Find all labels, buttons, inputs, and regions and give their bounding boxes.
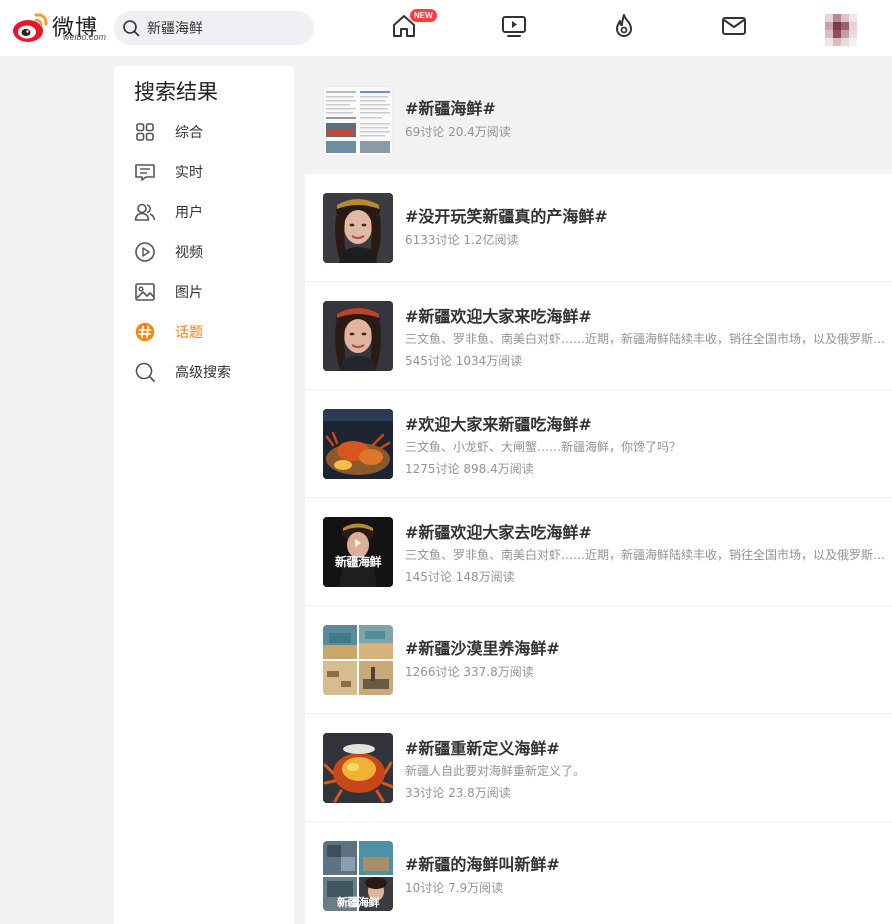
user-avatar[interactable] [825, 14, 857, 46]
topic-card[interactable]: #欢迎大家来新疆吃海鲜# 三文鱼、小龙虾、大闸蟹……新疆海鲜，你馋了吗？ 127… [305, 390, 892, 497]
topic-card[interactable]: #没开玩笑新疆真的产海鲜# 6133讨论 1.2亿阅读 [305, 174, 892, 281]
search-icon [123, 20, 140, 37]
sidebar-item-label: 话题 [175, 325, 203, 341]
topic-card[interactable]: #新疆欢迎大家来吃海鲜# 三文鱼、罗非鱼、南美白对虾……近期，新疆海鲜陆续丰收，… [305, 282, 892, 389]
sidebar-item-images[interactable]: 图片 [134, 279, 284, 305]
topic-thumbnail [323, 193, 393, 263]
topic-card[interactable]: 新疆海鲜 #新疆的海鲜叫新鲜# 10讨论 7.9万阅读 [305, 822, 892, 924]
image-icon [134, 281, 156, 303]
sidebar-title: 搜索结果 [134, 80, 218, 104]
sidebar-item-label: 用户 [175, 205, 203, 221]
topic-stats: 33讨论 23.8万阅读 [405, 786, 511, 800]
topic-title[interactable]: #新疆的海鲜叫新鲜# [405, 851, 560, 875]
topic-stats: 10讨论 7.9万阅读 [405, 881, 504, 895]
topic-stats: 545讨论 1034万阅读 [405, 354, 523, 368]
topic-card[interactable]: #新疆沙漠里养海鲜# 1266讨论 337.8万阅读 [305, 606, 892, 713]
topic-card[interactable]: 新疆海鲜 #新疆欢迎大家去吃海鲜# 三文鱼、罗非鱼、南美白对虾……近期，新疆海鲜… [305, 498, 892, 605]
topic-thumbnail [323, 301, 393, 371]
topic-title[interactable]: #新疆沙漠里养海鲜# [405, 635, 560, 659]
grid-icon [134, 121, 156, 143]
topic-stats: 1275讨论 898.4万阅读 [405, 462, 534, 476]
sidebar-item-label: 综合 [175, 125, 203, 141]
topic-stats: 1266讨论 337.8万阅读 [405, 665, 534, 679]
topic-thumbnail [323, 409, 393, 479]
sidebar-item-topics[interactable]: 话题 [134, 319, 284, 345]
topic-stats: 6133讨论 1.2亿阅读 [405, 233, 519, 247]
thumbnail-caption: 新疆海鲜 [337, 896, 380, 909]
search-sidebar: 搜索结果 综合 实时 用户 视频 图片 话题 高级搜索 [114, 66, 294, 924]
topic-description: 三文鱼、罗非鱼、南美白对虾……近期，新疆海鲜陆续丰收，销往全国市场，以及俄罗斯、… [405, 332, 892, 346]
search-icon [134, 361, 156, 383]
topic-title[interactable]: #欢迎大家来新疆吃海鲜# [405, 411, 592, 435]
sidebar-item-label: 视频 [175, 245, 203, 261]
topic-thumbnail [323, 86, 393, 156]
search-box[interactable] [114, 11, 314, 45]
sidebar-item-advanced-search[interactable]: 高级搜索 [134, 359, 284, 385]
topic-description: 新疆人自此要对海鲜重新定义了。 [405, 764, 586, 778]
topic-description: 三文鱼、小龙虾、大闸蟹……新疆海鲜，你馋了吗？ [405, 440, 682, 454]
topic-title[interactable]: #新疆重新定义海鲜# [405, 735, 560, 759]
thumbnail-caption: 新疆海鲜 [334, 555, 382, 569]
topic-thumbnail [323, 625, 393, 695]
weibo-eye-icon [13, 13, 48, 42]
new-badge: NEW [410, 9, 437, 22]
topic-card[interactable]: #新疆海鲜# 69讨论 20.4万阅读 [305, 66, 892, 173]
sidebar-item-comprehensive[interactable]: 综合 [134, 119, 284, 145]
weibo-logo[interactable]: 微博 weibo.com [12, 10, 107, 44]
topic-thumbnail: 新疆海鲜 [323, 517, 393, 587]
topic-stats: 145讨论 148万阅读 [405, 570, 515, 584]
hot-fire-icon[interactable] [611, 13, 637, 39]
sidebar-item-realtime[interactable]: 实时 [134, 159, 284, 185]
topic-title[interactable]: #新疆欢迎大家去吃海鲜# [405, 519, 592, 543]
sidebar-item-video[interactable]: 视频 [134, 239, 284, 265]
topic-stats: 69讨论 20.4万阅读 [405, 125, 511, 139]
topic-title[interactable]: #新疆海鲜# [405, 95, 496, 119]
sidebar-item-label: 高级搜索 [175, 365, 231, 381]
topic-title[interactable]: #新疆欢迎大家来吃海鲜# [405, 303, 592, 327]
topic-thumbnail [323, 733, 393, 803]
search-input[interactable] [147, 18, 307, 38]
video-icon[interactable] [501, 13, 527, 39]
users-icon [134, 201, 156, 223]
topic-results-list: #新疆海鲜# 69讨论 20.4万阅读 #没开玩笑新疆真的产海鲜# 6133讨论… [305, 66, 892, 924]
top-bar: 微博 weibo.com NEW [0, 0, 892, 56]
message-icon [134, 161, 156, 183]
topic-description: 三文鱼、罗非鱼、南美白对虾……近期，新疆海鲜陆续丰收，销往全国市场，以及俄罗斯、… [405, 548, 892, 562]
topic-title[interactable]: #没开玩笑新疆真的产海鲜# [405, 203, 608, 227]
topic-card[interactable]: #新疆重新定义海鲜# 新疆人自此要对海鲜重新定义了。 33讨论 23.8万阅读 [305, 714, 892, 821]
sidebar-item-label: 图片 [175, 285, 203, 301]
topic-icon [134, 321, 156, 343]
sidebar-item-users[interactable]: 用户 [134, 199, 284, 225]
sidebar-item-label: 实时 [175, 165, 203, 181]
play-icon [134, 241, 156, 263]
mail-icon[interactable] [721, 13, 747, 39]
logo-subtext: weibo.com [63, 32, 107, 42]
topic-thumbnail: 新疆海鲜 [323, 841, 393, 911]
